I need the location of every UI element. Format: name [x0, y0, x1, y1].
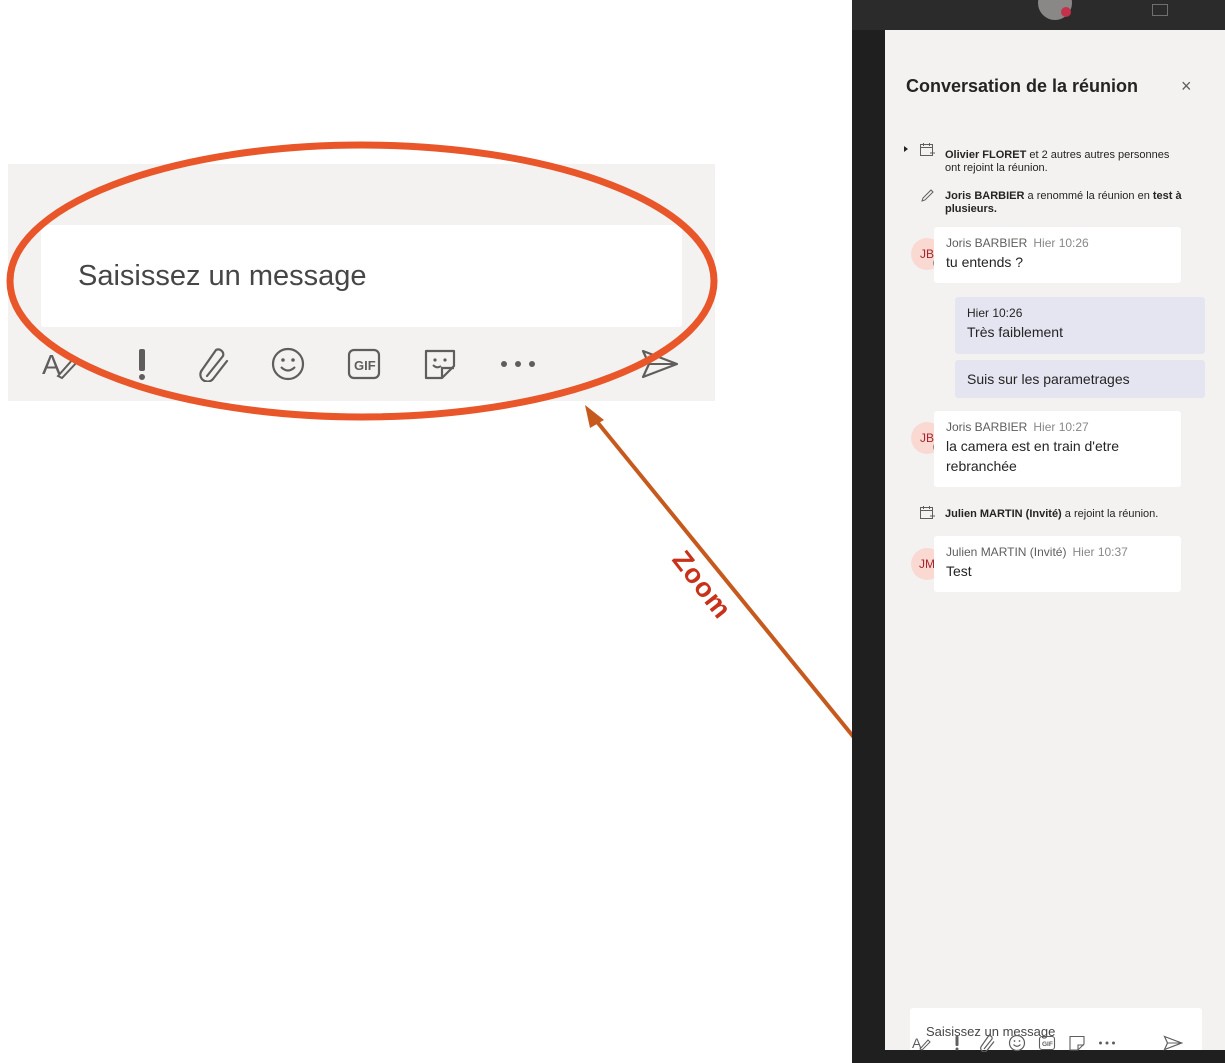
- format-icon[interactable]: A: [38, 342, 82, 386]
- message-time: Hier 10:26: [967, 306, 1023, 320]
- compose-toolbar: A GIF: [910, 1032, 1210, 1056]
- svg-text:GIF: GIF: [1042, 1041, 1053, 1048]
- important-icon[interactable]: [946, 1032, 968, 1054]
- message-text: la camera est en train d'etre rebranchée: [946, 438, 1120, 474]
- more-icon[interactable]: [1096, 1032, 1118, 1054]
- message-bubble[interactable]: Julien MARTIN (Invité) Hier 10:37 Test: [934, 536, 1181, 592]
- expand-caret-icon[interactable]: [899, 142, 915, 158]
- message-author: Joris BARBIER: [946, 420, 1028, 434]
- system-event-joined: Olivier FLORET et 2 autres autres person…: [899, 142, 1219, 175]
- own-message-bubble[interactable]: Suis sur les parametrages: [955, 360, 1205, 398]
- message-bubble[interactable]: Joris BARBIER Hier 10:26 tu entends ?: [934, 227, 1181, 283]
- message-time: Hier 10:37: [1072, 545, 1128, 559]
- zoomed-message-input[interactable]: Saisissez un message: [41, 225, 682, 327]
- message-meta: Julien MARTIN (Invité) Hier 10:37: [946, 545, 1169, 560]
- window-top-bar: [852, 0, 1225, 30]
- system-event-text: Olivier FLORET et 2 autres autres person…: [945, 149, 1185, 175]
- sticker-icon[interactable]: [418, 342, 462, 386]
- message-text: Très faiblement: [967, 324, 1063, 340]
- send-icon[interactable]: [1162, 1032, 1184, 1054]
- teams-meeting-window: Conversation de la réunion × Olivier FLO…: [852, 0, 1225, 1063]
- message-bubble[interactable]: Joris BARBIER Hier 10:27 la camera est en…: [934, 411, 1181, 487]
- meeting-chat-panel: Conversation de la réunion × Olivier FLO…: [885, 30, 1225, 1050]
- event-description: a renommé la réunion en: [1024, 190, 1153, 202]
- message-author: Joris BARBIER: [946, 236, 1028, 250]
- emoji-icon[interactable]: [1006, 1032, 1028, 1054]
- presence-dot-icon: [1061, 7, 1071, 17]
- system-event-rename: Joris BARBIER a renommé la réunion en te…: [899, 188, 1219, 218]
- svg-text:GIF: GIF: [354, 358, 376, 373]
- emoji-icon[interactable]: [266, 342, 310, 386]
- close-panel-button[interactable]: ×: [1181, 76, 1192, 97]
- chat-panel-title: Conversation de la réunion: [906, 76, 1139, 96]
- zoom-label: Zoom: [666, 545, 738, 625]
- system-event-text: Joris BARBIER a renommé la réunion en te…: [945, 190, 1205, 216]
- message-text: tu entends ?: [946, 254, 1024, 270]
- own-message-bubble[interactable]: Hier 10:26 Très faiblement: [955, 297, 1205, 354]
- message-meta: Joris BARBIER Hier 10:27: [946, 420, 1169, 435]
- sticker-icon[interactable]: [1066, 1032, 1088, 1054]
- message-time: Hier 10:27: [1033, 420, 1089, 434]
- message-author: Julien MARTIN (Invité): [946, 545, 1067, 559]
- event-actor: Julien MARTIN (Invité): [945, 508, 1062, 520]
- message-text: Test: [946, 563, 972, 579]
- message-text: Suis sur les parametrages: [967, 371, 1130, 387]
- send-icon[interactable]: [638, 342, 682, 386]
- meeting-join-icon: [920, 143, 935, 156]
- meeting-join-icon: [920, 506, 935, 519]
- pencil-icon: [921, 189, 934, 202]
- message-time: Hier 10:26: [1033, 236, 1089, 250]
- attach-icon[interactable]: [192, 342, 236, 386]
- zoomed-compose-panel: Saisissez un message A GIF: [8, 164, 715, 401]
- event-actor: Joris BARBIER: [945, 190, 1025, 202]
- more-icon[interactable]: [496, 342, 540, 386]
- message-meta: Joris BARBIER Hier 10:26: [946, 236, 1169, 251]
- gif-icon[interactable]: GIF: [1036, 1032, 1058, 1054]
- window-restore-icon[interactable]: [1152, 4, 1168, 16]
- attach-icon[interactable]: [976, 1032, 998, 1054]
- event-actor: Olivier FLORET: [945, 149, 1027, 161]
- event-description: a rejoint la réunion.: [1061, 508, 1159, 520]
- format-icon[interactable]: A: [910, 1032, 932, 1054]
- zoomed-compose-toolbar: A GIF: [8, 342, 715, 388]
- gif-icon[interactable]: GIF: [342, 342, 386, 386]
- important-icon[interactable]: [120, 342, 164, 386]
- system-event-joined: Julien MARTIN (Invité) a rejoint la réun…: [899, 505, 1225, 525]
- system-event-text: Julien MARTIN (Invité) a rejoint la réun…: [945, 508, 1225, 521]
